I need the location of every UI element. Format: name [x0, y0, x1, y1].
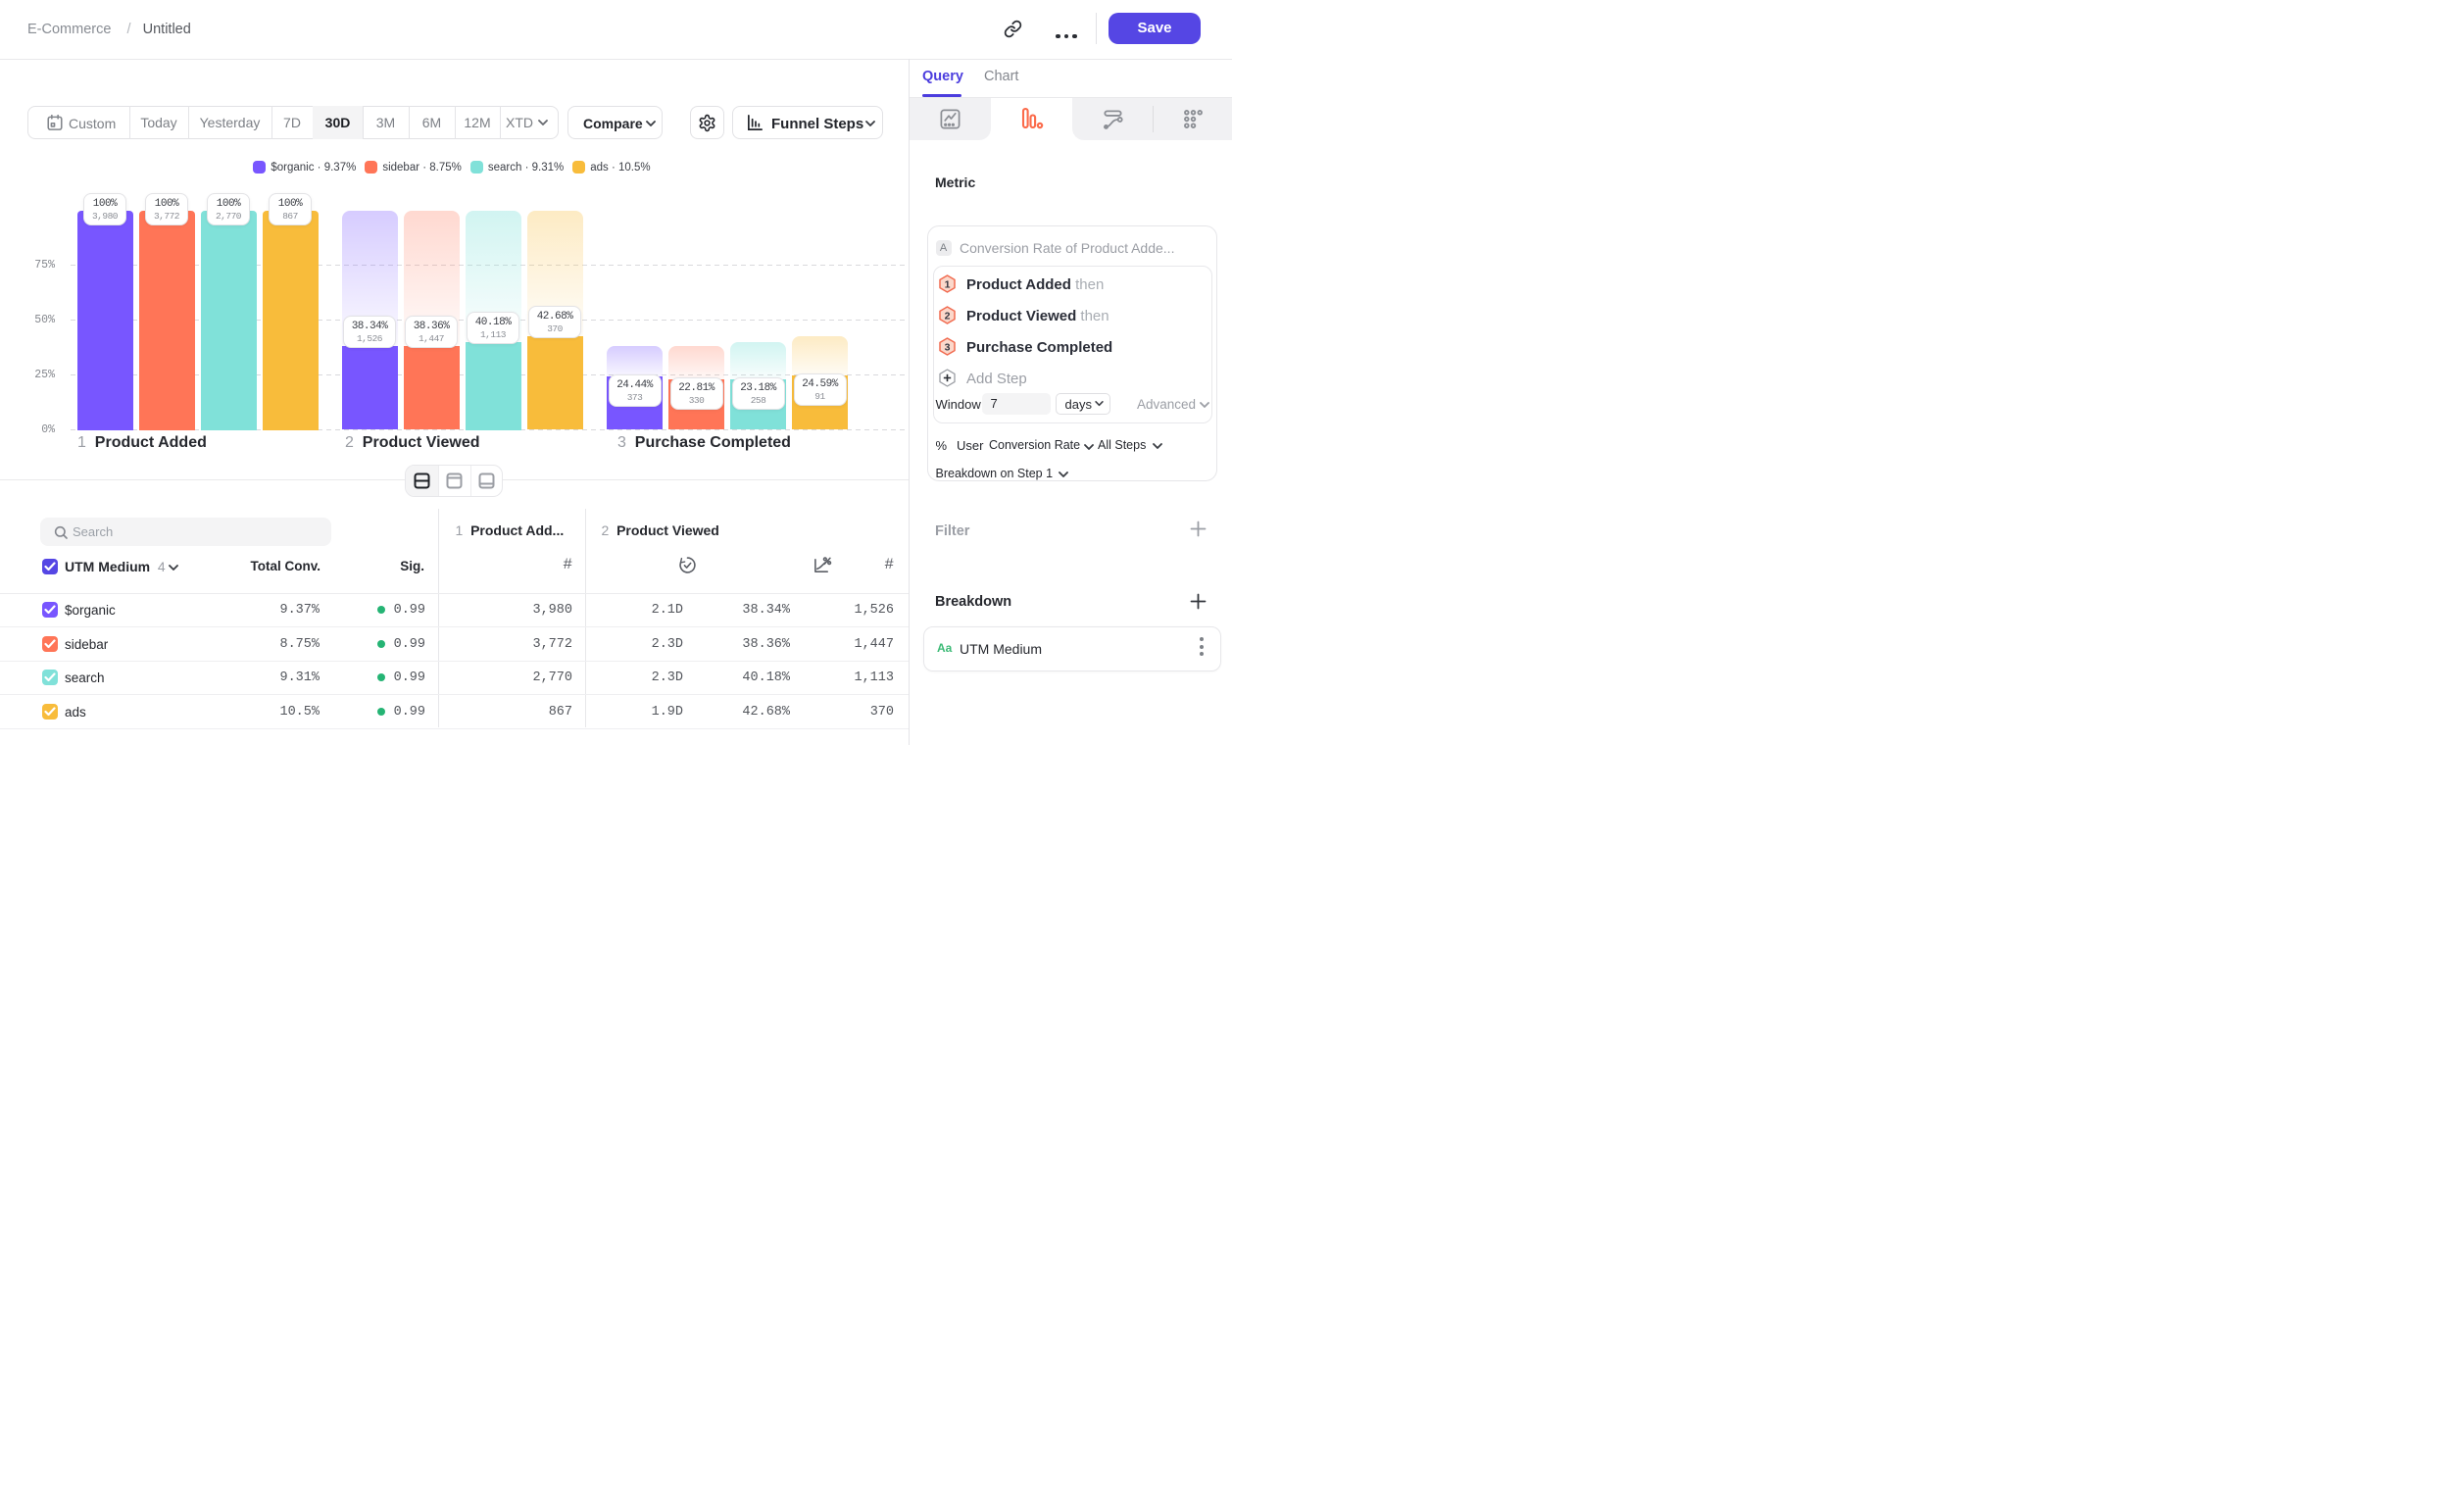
svg-text:2: 2 — [945, 310, 951, 322]
svg-text:3: 3 — [945, 341, 951, 353]
svg-text:1: 1 — [945, 278, 951, 290]
